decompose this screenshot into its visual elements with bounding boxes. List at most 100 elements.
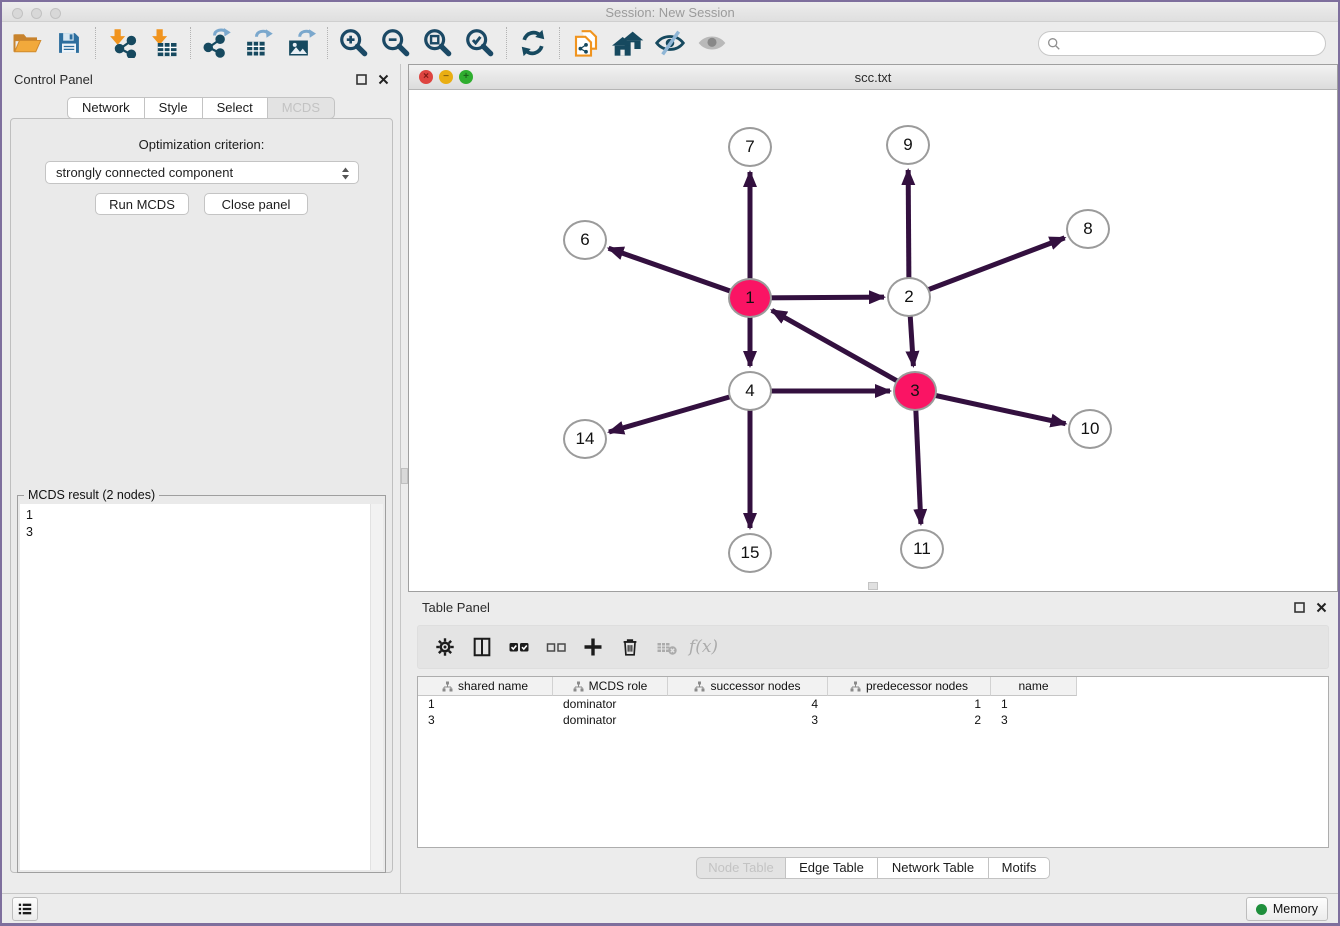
close-panel-button[interactable] bbox=[376, 72, 390, 86]
tab-motifs[interactable]: Motifs bbox=[988, 857, 1050, 879]
tab-select[interactable]: Select bbox=[202, 97, 268, 119]
column-header-successor-nodes[interactable]: successor nodes bbox=[668, 677, 828, 696]
cell-predecessor-nodes[interactable]: 1 bbox=[828, 697, 991, 711]
status-bar: Memory bbox=[2, 893, 1338, 923]
mcds-result-text: 1 3 bbox=[26, 507, 33, 541]
list-icon bbox=[17, 901, 33, 917]
zoom-selected-button[interactable] bbox=[459, 24, 501, 62]
node-2[interactable]: 2 bbox=[887, 277, 931, 317]
toolbar-separator bbox=[190, 27, 191, 59]
hide-selected-button[interactable] bbox=[649, 24, 691, 62]
tab-node-table[interactable]: Node Table bbox=[696, 857, 786, 879]
cell-successor-nodes[interactable]: 3 bbox=[668, 713, 828, 727]
network-splitter-grip[interactable] bbox=[868, 582, 878, 590]
close-table-panel-button[interactable] bbox=[1314, 600, 1328, 614]
zoom-fit-icon bbox=[422, 27, 454, 59]
task-history-button[interactable] bbox=[12, 897, 38, 921]
node-10[interactable]: 10 bbox=[1068, 409, 1112, 449]
column-header-shared-name[interactable]: shared name bbox=[418, 677, 553, 696]
create-column-button[interactable] bbox=[574, 629, 611, 665]
column-header-label: predecessor nodes bbox=[866, 679, 968, 693]
tab-style[interactable]: Style bbox=[144, 97, 203, 119]
memory-status-icon bbox=[1256, 904, 1267, 915]
result-scrollbar[interactable] bbox=[370, 504, 383, 870]
zoom-out-icon bbox=[380, 27, 412, 59]
copy-network-button[interactable] bbox=[565, 24, 607, 62]
column-header-label: name bbox=[1018, 679, 1048, 693]
node-7[interactable]: 7 bbox=[728, 127, 772, 167]
zoom-fit-button[interactable] bbox=[417, 24, 459, 62]
cell-mcds-role[interactable]: dominator bbox=[553, 713, 668, 727]
search-field[interactable] bbox=[1038, 31, 1326, 56]
edge-2-to-8[interactable] bbox=[909, 238, 1065, 297]
tab-network-table[interactable]: Network Table bbox=[877, 857, 989, 879]
delete-table-button[interactable] bbox=[648, 629, 685, 665]
refresh-view-button[interactable] bbox=[512, 24, 554, 62]
cell-mcds-role[interactable]: dominator bbox=[553, 697, 668, 711]
network-canvas[interactable]: 7 9 6 8 1 2 4 3 14 10 15 11 bbox=[409, 90, 1337, 591]
mcds-result-group: MCDS result (2 nodes) 1 3 bbox=[17, 495, 386, 873]
node-3[interactable]: 3 bbox=[893, 371, 937, 411]
edge-3-to-1[interactable] bbox=[772, 310, 915, 391]
column-header-name[interactable]: name bbox=[991, 677, 1077, 696]
vertical-splitter[interactable] bbox=[401, 64, 408, 893]
table-settings-button[interactable] bbox=[426, 629, 463, 665]
tab-network[interactable]: Network bbox=[67, 97, 145, 119]
zoom-in-button[interactable] bbox=[333, 24, 375, 62]
zoom-out-button[interactable] bbox=[375, 24, 417, 62]
export-network-button[interactable] bbox=[196, 24, 238, 62]
float-table-panel-button[interactable] bbox=[1292, 600, 1306, 614]
cell-predecessor-nodes[interactable]: 2 bbox=[828, 713, 991, 727]
cell-successor-nodes[interactable]: 4 bbox=[668, 697, 828, 711]
node-6[interactable]: 6 bbox=[563, 220, 607, 260]
home-houses-icon bbox=[612, 27, 644, 59]
split-panel-button[interactable] bbox=[463, 629, 500, 665]
export-image-button[interactable] bbox=[280, 24, 322, 62]
node-9[interactable]: 9 bbox=[886, 125, 930, 165]
network-view-window: × − + scc.txt 7968124314101511 bbox=[408, 64, 1338, 592]
search-input[interactable] bbox=[1061, 37, 1325, 51]
show-all-button[interactable] bbox=[691, 24, 733, 62]
delete-column-button[interactable] bbox=[611, 629, 648, 665]
export-table-button[interactable] bbox=[238, 24, 280, 62]
close-panel-action-button[interactable]: Close panel bbox=[204, 193, 308, 215]
node-11[interactable]: 11 bbox=[900, 529, 944, 569]
cell-name[interactable]: 3 bbox=[991, 713, 1077, 727]
tab-mcds[interactable]: MCDS bbox=[267, 97, 335, 119]
column-header-predecessor-nodes[interactable]: predecessor nodes bbox=[828, 677, 991, 696]
table-panel: Table Panel bbox=[408, 592, 1338, 893]
home-button[interactable] bbox=[607, 24, 649, 62]
import-network-button[interactable] bbox=[101, 24, 143, 62]
select-all-columns-button[interactable] bbox=[500, 629, 537, 665]
column-header-mcds-role[interactable]: MCDS role bbox=[553, 677, 668, 696]
float-panel-button[interactable] bbox=[354, 72, 368, 86]
tab-edge-table[interactable]: Edge Table bbox=[785, 857, 878, 879]
node-8[interactable]: 8 bbox=[1066, 209, 1110, 249]
mcds-result-area[interactable]: 1 3 bbox=[20, 504, 383, 870]
import-table-button[interactable] bbox=[143, 24, 185, 62]
cell-shared-name[interactable]: 1 bbox=[418, 697, 553, 711]
function-builder-button[interactable]: f(x) bbox=[685, 629, 722, 665]
delete-table-icon bbox=[655, 635, 679, 659]
attribute-tree-icon bbox=[694, 681, 705, 692]
node-4[interactable]: 4 bbox=[728, 371, 772, 411]
edge-3-to-10[interactable] bbox=[915, 391, 1066, 424]
run-mcds-button[interactable]: Run MCDS bbox=[95, 193, 189, 215]
node-1[interactable]: 1 bbox=[728, 278, 772, 318]
optimization-criterion-select[interactable]: strongly connected component bbox=[45, 161, 359, 184]
eye-icon bbox=[696, 27, 728, 59]
open-session-button[interactable] bbox=[6, 24, 48, 62]
toolbar-separator bbox=[327, 27, 328, 59]
float-window-icon bbox=[356, 74, 367, 85]
memory-button[interactable]: Memory bbox=[1246, 897, 1328, 921]
split-panel-icon bbox=[471, 636, 493, 658]
splitter-grip[interactable] bbox=[401, 468, 408, 484]
table-row[interactable]: 1dominator411 bbox=[418, 696, 1328, 712]
deselect-all-columns-button[interactable] bbox=[537, 629, 574, 665]
node-14[interactable]: 14 bbox=[563, 419, 607, 459]
save-session-button[interactable] bbox=[48, 24, 90, 62]
cell-name[interactable]: 1 bbox=[991, 697, 1077, 711]
table-row[interactable]: 3dominator323 bbox=[418, 712, 1328, 728]
cell-shared-name[interactable]: 3 bbox=[418, 713, 553, 727]
node-15[interactable]: 15 bbox=[728, 533, 772, 573]
